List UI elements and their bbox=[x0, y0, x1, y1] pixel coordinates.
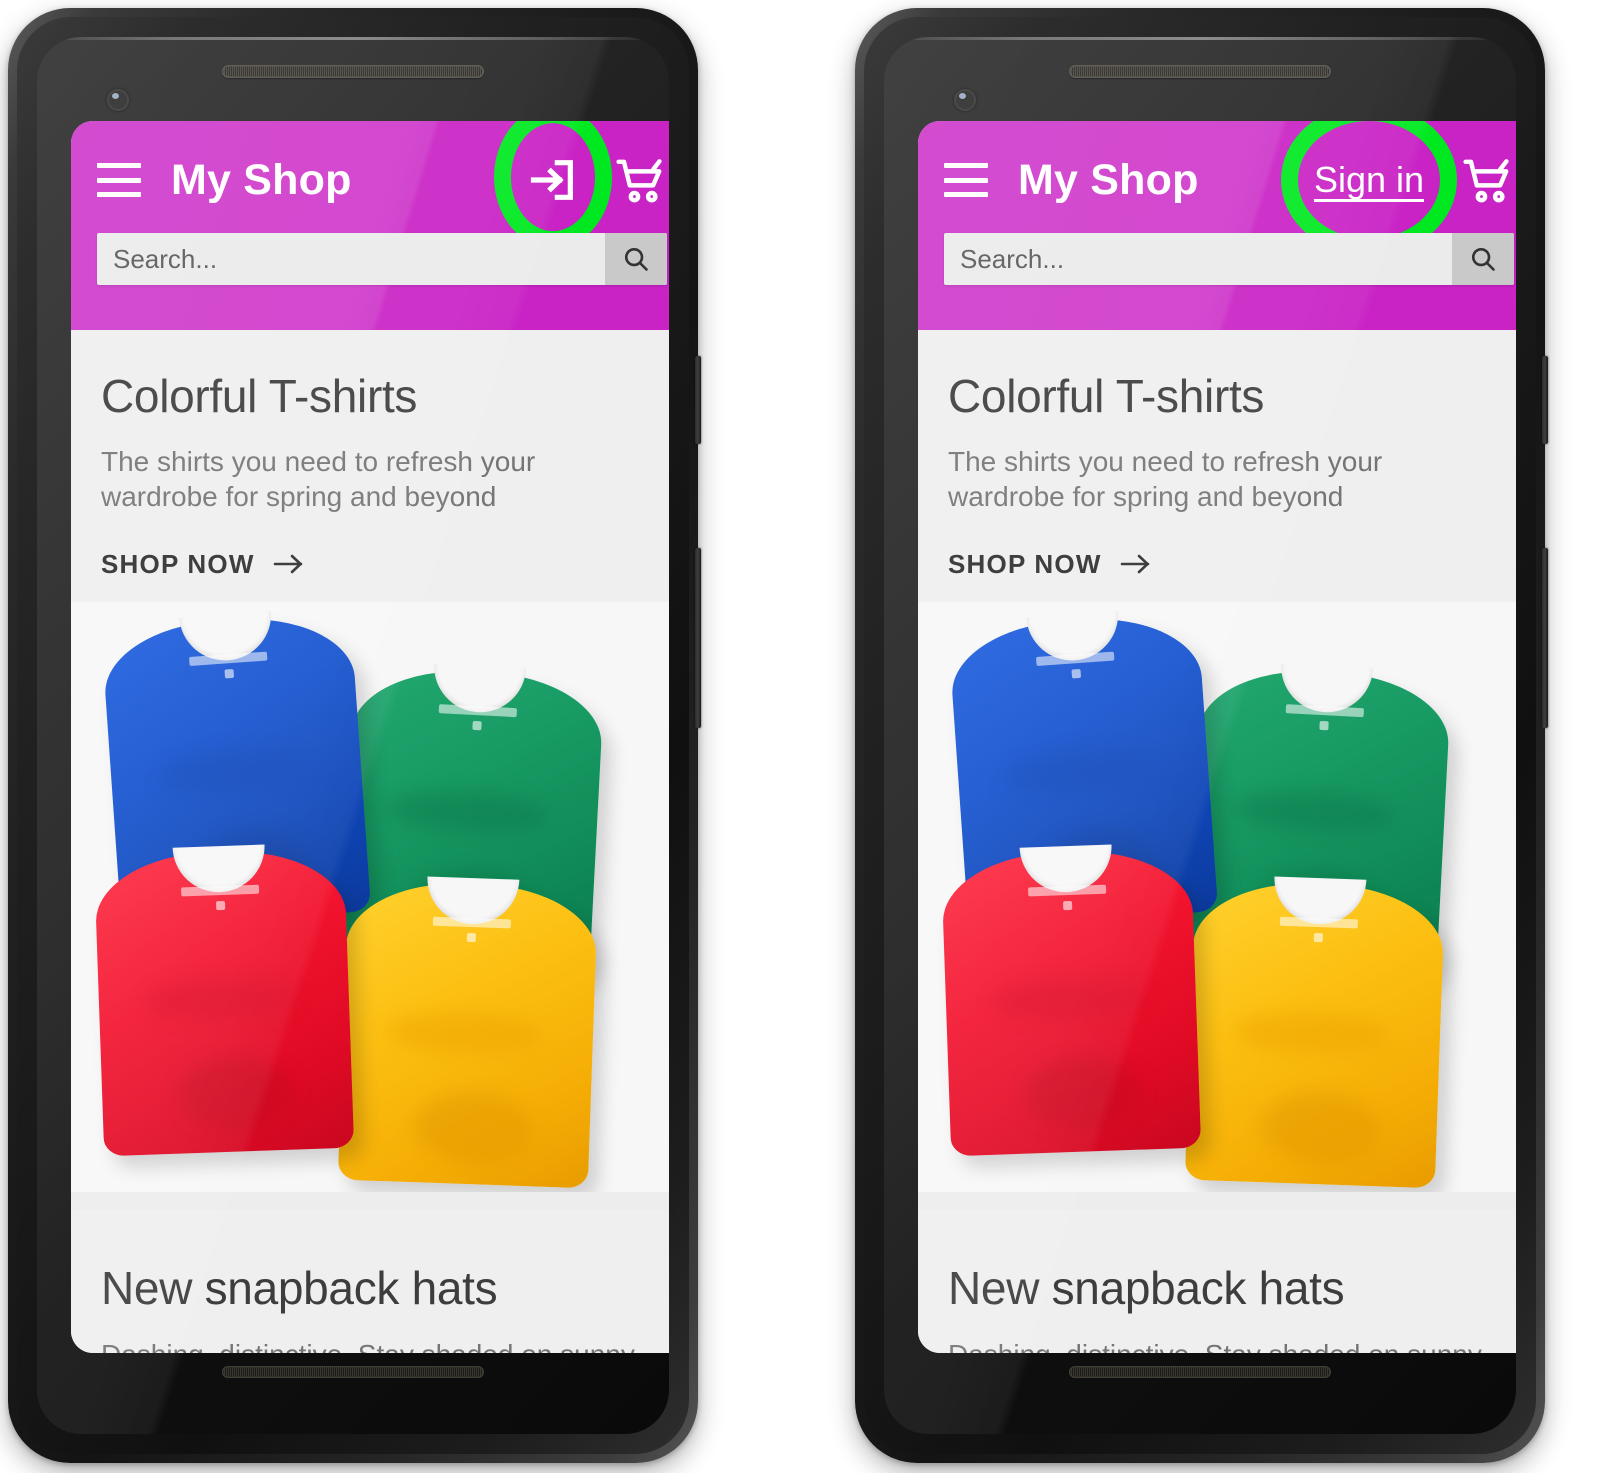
search-box[interactable] bbox=[944, 233, 1514, 285]
volume-button[interactable] bbox=[1542, 548, 1548, 728]
phone-body: My Shop Sign in Search... Colorful T-shi… bbox=[864, 17, 1536, 1454]
app-bar: My Shop bbox=[71, 121, 669, 330]
hero-subtitle: The shirts you need to refresh your ward… bbox=[948, 445, 1383, 513]
snapback-subtitle: Dashing, distinctive. Stay shaded on sun… bbox=[101, 1337, 661, 1353]
arrow-right-icon bbox=[273, 551, 305, 577]
hamburger-menu-icon[interactable] bbox=[97, 163, 141, 197]
sign-in-button[interactable] bbox=[494, 121, 612, 249]
hamburger-menu-icon[interactable] bbox=[944, 163, 988, 197]
page-content: Colorful T-shirts The shirts you need to… bbox=[71, 330, 669, 1353]
search-row bbox=[71, 233, 669, 285]
search-input[interactable] bbox=[944, 233, 1452, 285]
snapback-title: New snapback hats bbox=[101, 1261, 498, 1314]
glass-top-highlight bbox=[37, 37, 669, 40]
hero-title: Colorful T-shirts bbox=[948, 370, 1265, 422]
app-title: My Shop bbox=[171, 155, 352, 204]
shop-now-label: SHOP NOW bbox=[101, 548, 255, 579]
tshirt-red bbox=[93, 844, 355, 1157]
hero-subtitle: The shirts you need to refresh your ward… bbox=[101, 445, 536, 513]
page-content: Colorful T-shirts The shirts you need to… bbox=[918, 330, 1516, 1353]
search-row bbox=[918, 233, 1516, 285]
sign-in-button[interactable]: Sign in bbox=[1281, 121, 1457, 256]
app-bar-row: My Shop bbox=[71, 121, 669, 249]
login-arrow-icon bbox=[527, 154, 579, 206]
bottom-speaker-grille bbox=[222, 1366, 484, 1378]
phone-glass-panel: My Shop Sign in Search... Colorful T-shi… bbox=[884, 37, 1516, 1434]
front-camera bbox=[107, 89, 129, 111]
shop-now-label: SHOP NOW bbox=[948, 548, 1102, 579]
phone-screen: My Shop Sign in Search... Colorful T-shi… bbox=[918, 121, 1516, 1353]
tshirt-red bbox=[940, 844, 1202, 1157]
phone-body: My Shop Search... Colorful T-shirts The … bbox=[17, 17, 689, 1454]
power-button[interactable] bbox=[695, 356, 701, 444]
four-tshirts-photo bbox=[71, 601, 669, 1192]
arrow-right-icon bbox=[1120, 551, 1152, 577]
snapback-card: New snapback hats Dashing, distinctive. … bbox=[71, 1209, 669, 1353]
bottom-speaker-grille bbox=[1069, 1366, 1331, 1378]
phone-glass-panel: My Shop Search... Colorful T-shirts The … bbox=[37, 37, 669, 1434]
earpiece-speaker bbox=[222, 65, 484, 78]
search-submit-button[interactable] bbox=[1452, 233, 1514, 285]
comparison-screenshot: My Shop Search... Colorful T-shirts The … bbox=[0, 0, 1600, 1473]
app-title: My Shop bbox=[1018, 155, 1199, 204]
search-box[interactable] bbox=[97, 233, 667, 285]
phone-device-text-variant: My Shop Sign in Search... Colorful T-shi… bbox=[855, 8, 1548, 1463]
volume-button[interactable] bbox=[695, 548, 701, 728]
hero-card: Colorful T-shirts The shirts you need to… bbox=[71, 330, 669, 1192]
search-submit-button[interactable] bbox=[605, 233, 667, 285]
sign-in-label: Sign in bbox=[1313, 159, 1425, 200]
snapback-subtitle: Dashing, distinctive. Stay shaded on sun… bbox=[948, 1337, 1508, 1353]
shop-now-button[interactable]: SHOP NOW bbox=[918, 549, 1182, 580]
shopping-cart-icon[interactable] bbox=[613, 152, 669, 208]
shopping-cart-icon[interactable] bbox=[1460, 152, 1516, 208]
hero-card: Colorful T-shirts The shirts you need to… bbox=[918, 330, 1516, 1192]
front-camera bbox=[954, 89, 976, 111]
search-input[interactable] bbox=[97, 233, 605, 285]
phone-screen: My Shop Search... Colorful T-shirts The … bbox=[71, 121, 669, 1353]
shop-now-button[interactable]: SHOP NOW bbox=[71, 549, 335, 580]
earpiece-speaker bbox=[1069, 65, 1331, 78]
hero-title: Colorful T-shirts bbox=[101, 370, 418, 422]
app-bar: My Shop Sign in bbox=[918, 121, 1516, 330]
power-button[interactable] bbox=[1542, 356, 1548, 444]
glass-top-highlight bbox=[884, 37, 1516, 40]
snapback-title: New snapback hats bbox=[948, 1261, 1345, 1314]
four-tshirts-photo bbox=[918, 601, 1516, 1192]
phone-device-icon-variant: My Shop Search... Colorful T-shirts The … bbox=[8, 8, 701, 1463]
app-bar-row: My Shop Sign in bbox=[918, 121, 1516, 256]
snapback-card: New snapback hats Dashing, distinctive. … bbox=[918, 1209, 1516, 1353]
